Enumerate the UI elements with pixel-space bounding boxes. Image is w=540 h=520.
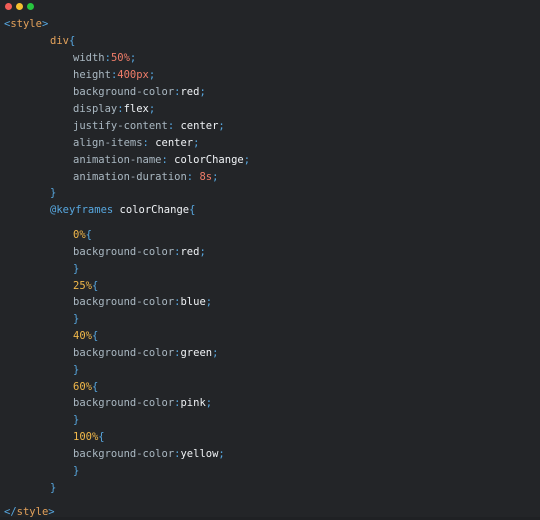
property-line: animation-duration: 8s; bbox=[73, 171, 219, 183]
keyframe-property-line: background-color:pink; bbox=[73, 397, 213, 409]
keyframe-property-line: background-color:yellow; bbox=[73, 448, 225, 460]
keyframe-property-line: background-color:red; bbox=[73, 246, 206, 258]
selector-close-line: } bbox=[50, 187, 57, 199]
property-line: display:flex; bbox=[73, 103, 156, 115]
code-window: <style> div{ width:50%; height:400px; ba… bbox=[0, 0, 540, 518]
keyframe-stop-line: 0%{ bbox=[73, 229, 92, 241]
property-line: justify-content: center; bbox=[73, 120, 225, 132]
keyframe-stop-line: 100%{ bbox=[73, 431, 105, 443]
close-button[interactable] bbox=[5, 3, 12, 10]
keyframe-stop-line: 40%{ bbox=[73, 330, 99, 342]
keyframe-stop-line: 60%{ bbox=[73, 381, 99, 393]
property-line: width:50%; bbox=[73, 52, 137, 64]
property-line: animation-name: colorChange; bbox=[73, 154, 251, 166]
minimize-button[interactable] bbox=[16, 3, 23, 10]
keyframe-close-line: } bbox=[73, 313, 80, 325]
style-open-line: <style> bbox=[4, 18, 49, 30]
keyframes-line: @keyframes colorChange{ bbox=[50, 204, 196, 216]
keyframe-close-line: } bbox=[73, 465, 80, 477]
keyframes-close-line: } bbox=[50, 482, 57, 494]
property-line: height:400px; bbox=[73, 69, 156, 81]
window-titlebar bbox=[0, 0, 540, 14]
keyframe-close-line: } bbox=[73, 263, 80, 275]
keyframe-property-line: background-color:green; bbox=[73, 347, 219, 359]
keyframe-close-line: } bbox=[73, 414, 80, 426]
property-line: background-color:red; bbox=[73, 86, 206, 98]
maximize-button[interactable] bbox=[27, 3, 34, 10]
keyframe-close-line: } bbox=[73, 364, 80, 376]
property-line: align-items: center; bbox=[73, 137, 200, 149]
style-close-line: </style> bbox=[4, 506, 55, 518]
keyframe-stop-line: 25%{ bbox=[73, 280, 99, 292]
selector-line: div{ bbox=[50, 35, 76, 47]
keyframe-property-line: background-color:blue; bbox=[73, 296, 213, 308]
